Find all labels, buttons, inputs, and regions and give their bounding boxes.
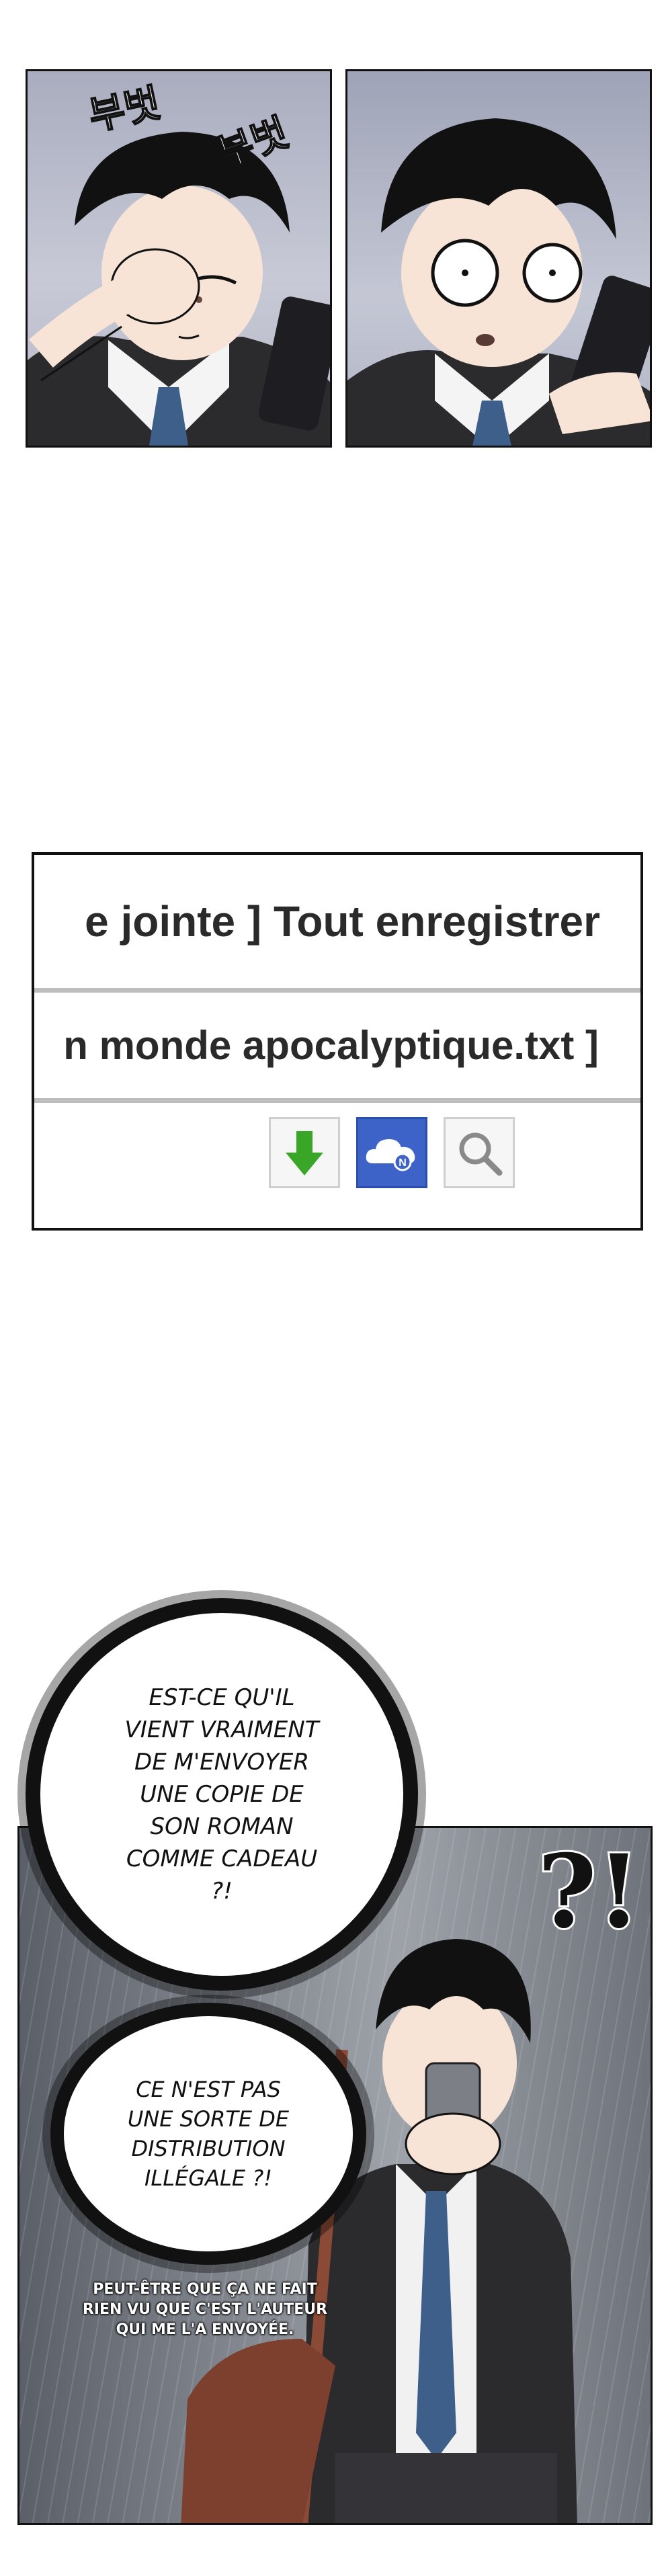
attachment-file-row: n monde apocalyptique.txt ] [34,993,640,1103]
cloud-save-button[interactable]: N [356,1117,427,1188]
attachment-header-row: e jointe ] Tout enregistrer [34,855,640,993]
save-all-link[interactable]: e jointe ] Tout enregistrer [85,855,600,988]
cloud-icon: N [366,1139,415,1171]
speech-bubble: EST-CE QU'IL VIENT VRAIMENT DE M'ENVOYER… [40,1613,403,1976]
download-arrow-icon [286,1131,323,1175]
speech-bubble-text: CE N'EST PAS UNE SORTE DE DISTRIBUTION I… [127,2077,290,2191]
speech-bubble: CE N'EST PAS UNE SORTE DE DISTRIBUTION I… [64,2016,353,2251]
character-rubbing-eyes-illustration [28,132,330,446]
attachment-filename[interactable]: n monde apocalyptique.txt ] [63,993,599,1098]
comic-panel-surprised [345,69,652,448]
svg-text:N: N [399,1157,407,1169]
preview-button[interactable] [444,1117,515,1188]
search-icon [459,1132,503,1176]
speech-bubble-text: EST-CE QU'IL VIENT VRAIMENT DE M'ENVOYER… [124,1684,319,1905]
download-button[interactable] [269,1117,340,1188]
comic-panel-rubbing-eyes: 부벗 부벗 [26,69,332,448]
shock-sound-effect: ?! [536,1833,643,1951]
character-surprised-illustration [347,118,650,446]
narration-caption: PEUT-ÊTRE QUE ÇA NE FAIT RIEN VU QUE C'E… [82,2281,328,2338]
attachment-box: e jointe ] Tout enregistrer n monde apoc… [32,852,643,1231]
